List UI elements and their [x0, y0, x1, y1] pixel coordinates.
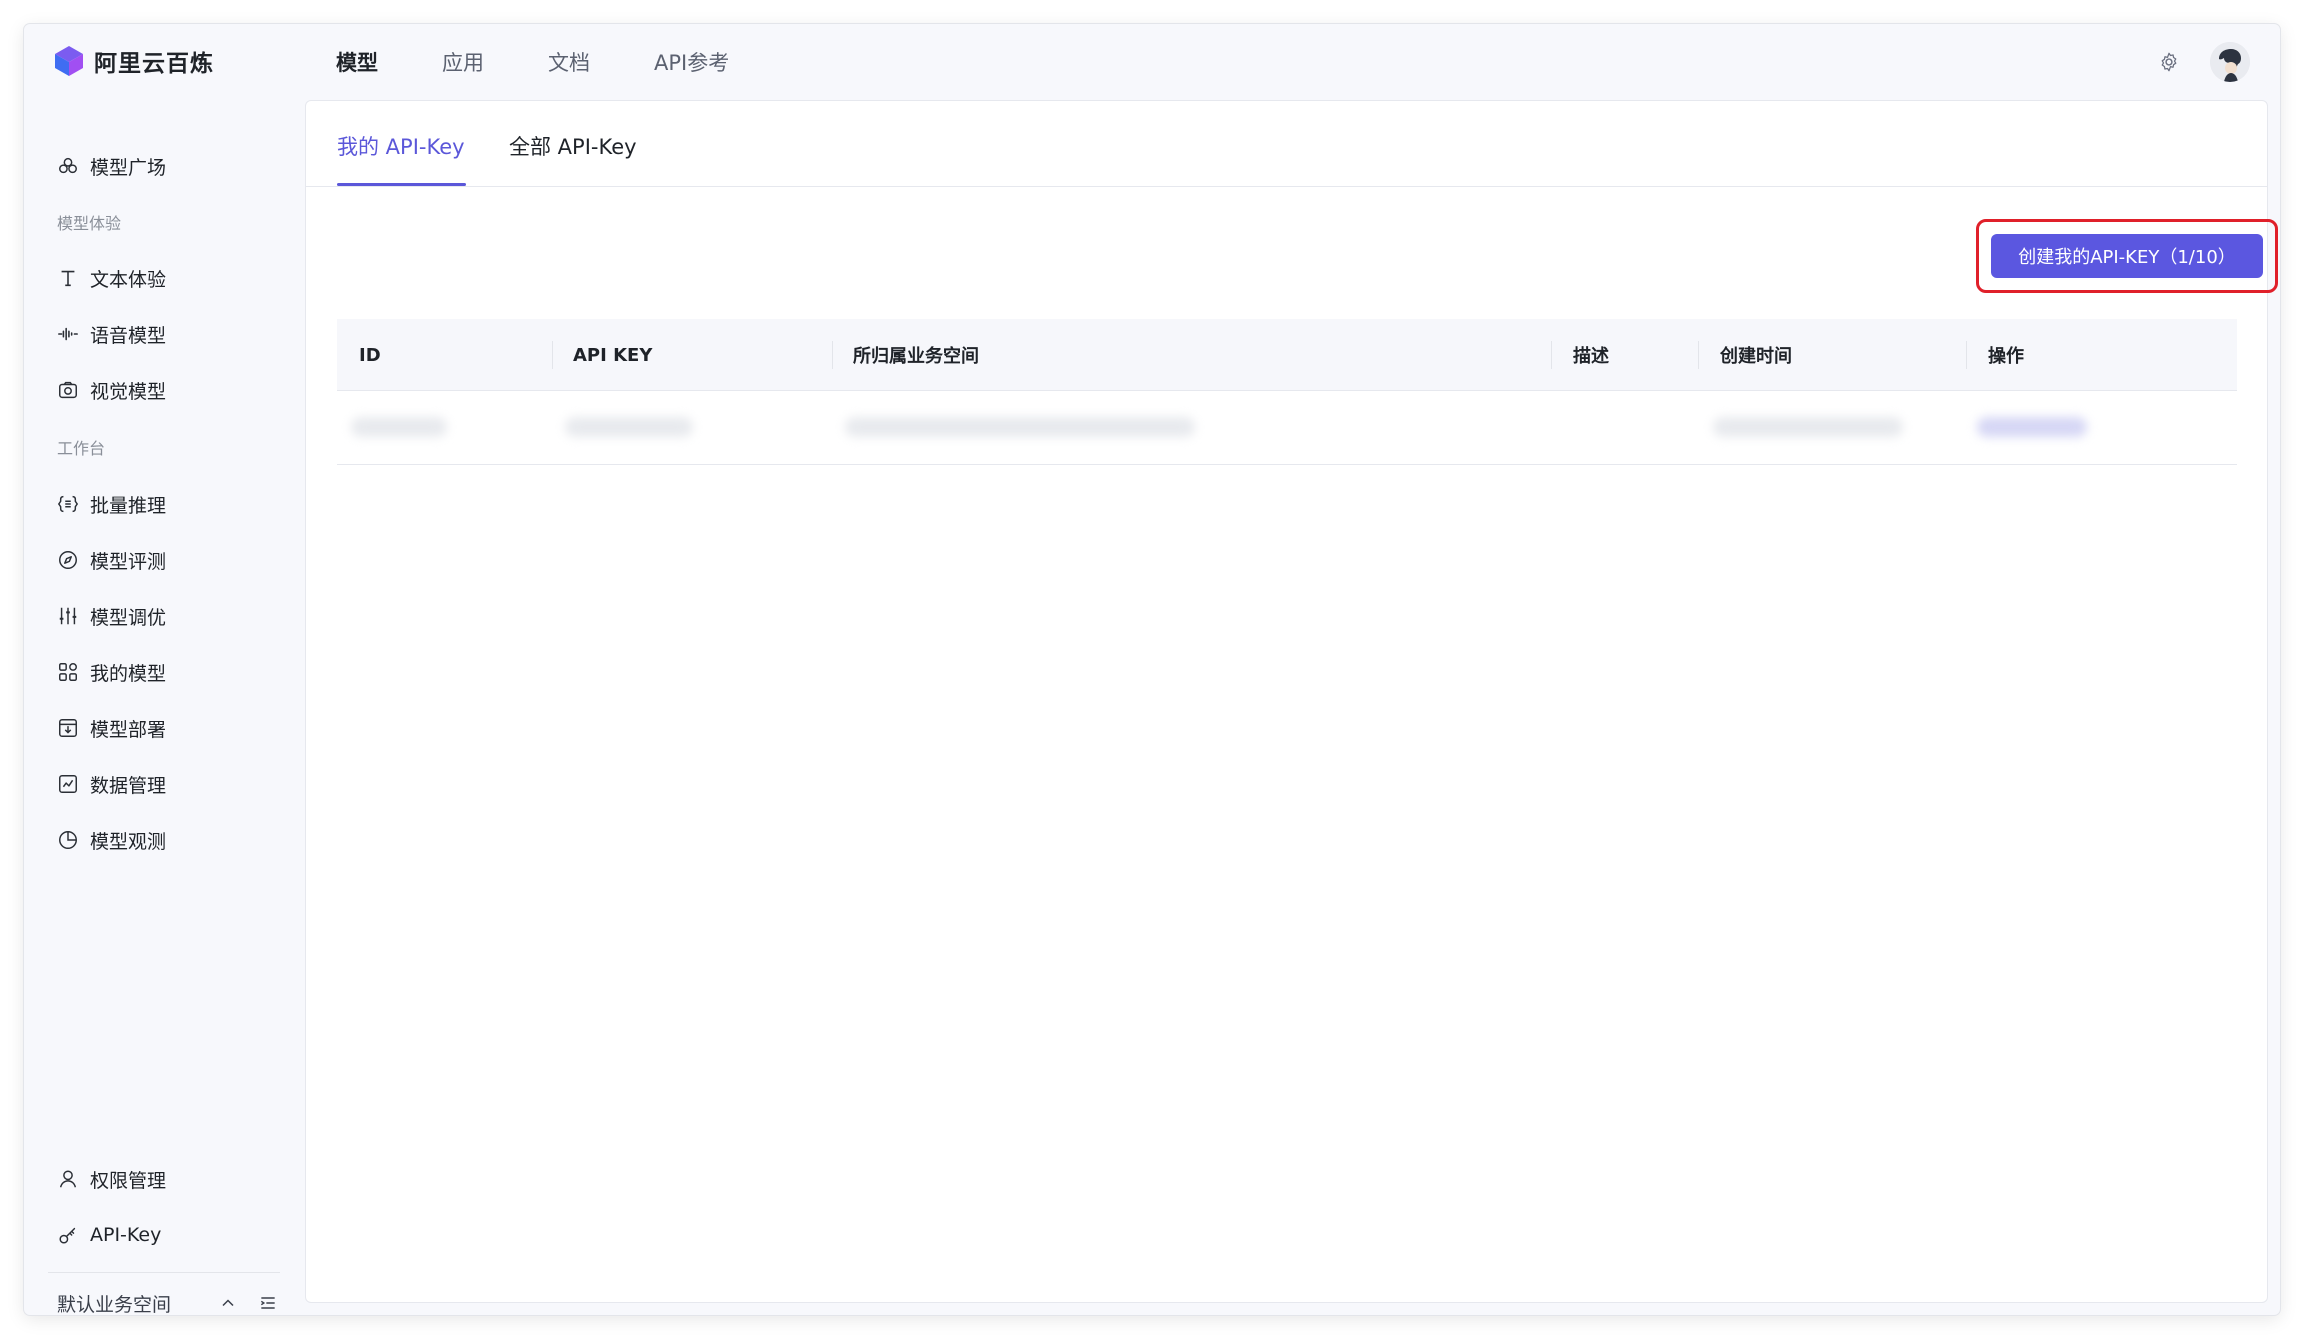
sidebar-item-model-deploy[interactable]: 模型部署: [56, 708, 166, 748]
column-header-api-key: API KEY: [573, 344, 653, 366]
column-divider: [1551, 341, 1552, 369]
pie-chart-icon: [59, 831, 77, 849]
column-header-description: 描述: [1573, 346, 1609, 367]
cubes-icon: [59, 157, 77, 174]
sliders-icon: [59, 607, 77, 625]
topnav-api-ref[interactable]: API参考: [654, 47, 761, 77]
topnav-app[interactable]: 应用: [442, 47, 516, 77]
sidebar-item-label: 语音模型: [90, 324, 167, 347]
chevron-up-icon[interactable]: [217, 1292, 239, 1314]
user-avatar[interactable]: [2210, 42, 2250, 82]
create-api-key-button[interactable]: 创建我的API-KEY（1/10）: [1991, 234, 2263, 278]
collapse-menu-icon[interactable]: [257, 1292, 279, 1314]
sidebar-item-text-experience[interactable]: 文本体验: [56, 258, 166, 298]
user-icon: [59, 1170, 77, 1188]
sidebar-item-label: 文本体验: [90, 268, 167, 291]
text-icon: [61, 270, 75, 287]
braces-list-icon: [57, 495, 79, 513]
download-box-icon: [59, 719, 77, 737]
topnav-docs[interactable]: 文档: [548, 47, 622, 77]
camera-icon: [59, 381, 77, 399]
sidebar-divider: [48, 1272, 280, 1273]
sidebar-item-label: 数据管理: [90, 774, 167, 797]
tab-all-api-key[interactable]: 全部 API-Key: [509, 131, 637, 161]
sidebar-item-my-models[interactable]: 我的模型: [56, 652, 166, 692]
sidebar-item-voice-model[interactable]: 语音模型: [56, 314, 166, 354]
column-header-workspace: 所归属业务空间: [853, 346, 979, 367]
blurred-created-time: [1713, 417, 1903, 437]
waveform-icon: [58, 327, 78, 341]
key-icon: [59, 1227, 76, 1244]
sidebar-item-label: API-Key: [90, 1224, 162, 1246]
sidebar-item-label: 我的模型: [90, 662, 167, 685]
column-header-created: 创建时间: [1720, 346, 1792, 367]
sidebar-item-model-square[interactable]: 模型广场: [56, 146, 166, 186]
top-nav: 模型 应用 文档 API参考: [336, 24, 793, 100]
sidebar-item-model-observe[interactable]: 模型观测: [56, 820, 166, 860]
sidebar-item-model-eval[interactable]: 模型评测: [56, 540, 166, 580]
table-header: ID API KEY 所归属业务空间 描述 创建时间 操作: [337, 319, 2237, 391]
topnav-model[interactable]: 模型: [336, 47, 410, 77]
sidebar: 模型广场 模型体验 文本体验 语音模型 视觉模型 工作台 批量推理 模型评测 模…: [24, 100, 304, 1315]
sidebar-group-experience: 模型体验: [57, 214, 122, 233]
blurred-actions[interactable]: [1977, 417, 2087, 437]
column-divider: [1698, 341, 1699, 369]
api-key-tabs: 我的 API-Key 全部 API-Key: [306, 101, 2267, 187]
sidebar-item-batch-inference[interactable]: 批量推理: [56, 484, 166, 524]
top-right-actions: [2158, 42, 2250, 82]
workspace-switcher[interactable]: 默认业务空间: [57, 1283, 279, 1315]
app-window: 阿里云百炼 模型 应用 文档 API参考 模型广场 模型体验 文本体验 语音模型…: [24, 24, 2280, 1315]
sidebar-item-model-tune[interactable]: 模型调优: [56, 596, 166, 636]
column-divider: [552, 341, 553, 369]
blurred-workspace: [845, 417, 1195, 437]
sidebar-item-permissions[interactable]: 权限管理: [56, 1159, 166, 1199]
column-divider: [1966, 341, 1967, 369]
active-tab-indicator: [337, 183, 466, 186]
settings-gear-icon[interactable]: [2158, 51, 2180, 73]
line-chart-icon: [59, 775, 77, 793]
sidebar-item-label: 模型调优: [90, 606, 167, 629]
table-row: [337, 391, 2237, 465]
api-key-table: ID API KEY 所归属业务空间 描述 创建时间 操作: [337, 319, 2237, 465]
column-header-actions: 操作: [1988, 346, 2024, 367]
tab-my-api-key[interactable]: 我的 API-Key: [337, 131, 465, 161]
sidebar-item-data-management[interactable]: 数据管理: [56, 764, 166, 804]
sidebar-item-label: 批量推理: [90, 494, 167, 517]
workspace-name: 默认业务空间: [57, 1293, 172, 1316]
sidebar-item-label: 权限管理: [90, 1169, 167, 1192]
column-divider: [832, 341, 833, 369]
sidebar-item-vision-model[interactable]: 视觉模型: [56, 370, 166, 410]
sidebar-group-workbench: 工作台: [57, 439, 106, 458]
sidebar-item-label: 模型观测: [90, 830, 167, 853]
logo-text: 阿里云百炼: [94, 51, 214, 77]
apps-grid-icon: [59, 663, 77, 681]
column-header-id: ID: [359, 344, 381, 366]
blurred-id: [351, 417, 447, 437]
sidebar-item-label: 模型评测: [90, 550, 167, 573]
sidebar-item-label: 模型广场: [90, 156, 167, 179]
bailian-logo-icon: [55, 46, 83, 76]
sidebar-item-api-key[interactable]: API-Key: [56, 1215, 161, 1255]
avatar-icon: [2210, 42, 2250, 82]
compass-icon: [59, 551, 77, 569]
top-bar: 阿里云百炼 模型 应用 文档 API参考: [24, 24, 2280, 100]
content-panel: 我的 API-Key 全部 API-Key 创建我的API-KEY（1/10） …: [305, 100, 2278, 1303]
sidebar-item-label: 视觉模型: [90, 380, 167, 403]
sidebar-item-label: 模型部署: [90, 718, 167, 741]
blurred-api-key: [565, 417, 693, 437]
logo[interactable]: 阿里云百炼: [54, 44, 214, 78]
